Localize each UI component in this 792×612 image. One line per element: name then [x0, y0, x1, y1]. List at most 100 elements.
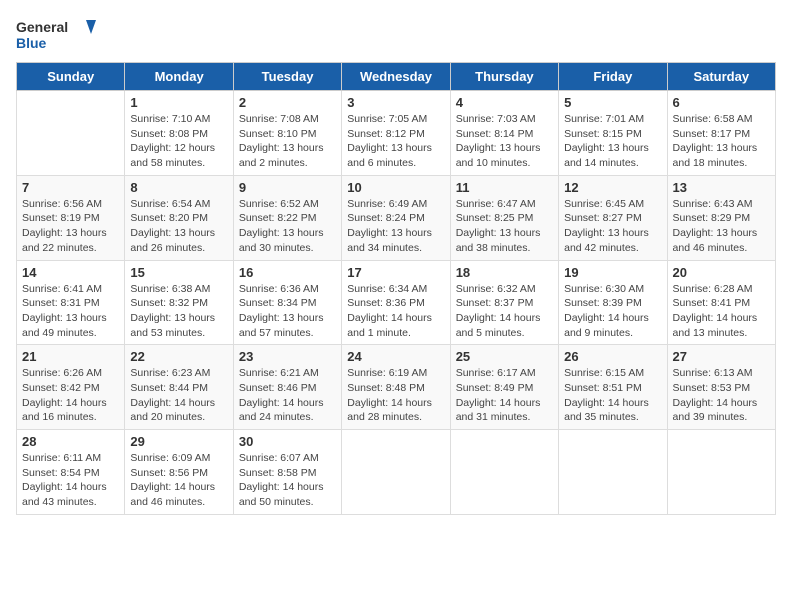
day-number: 20 — [673, 265, 770, 280]
day-number: 10 — [347, 180, 444, 195]
day-cell: 17 Sunrise: 6:34 AM Sunset: 8:36 PM Dayli… — [342, 260, 450, 345]
day-number: 6 — [673, 95, 770, 110]
day-info: Sunrise: 6:30 AM Sunset: 8:39 PM Dayligh… — [564, 282, 661, 341]
day-info: Sunrise: 6:09 AM Sunset: 8:56 PM Dayligh… — [130, 451, 227, 510]
day-number: 26 — [564, 349, 661, 364]
day-cell — [342, 430, 450, 515]
day-cell: 12 Sunrise: 6:45 AM Sunset: 8:27 PM Dayli… — [559, 175, 667, 260]
day-cell: 5 Sunrise: 7:01 AM Sunset: 8:15 PM Daylig… — [559, 91, 667, 176]
day-cell: 24 Sunrise: 6:19 AM Sunset: 8:48 PM Dayli… — [342, 345, 450, 430]
day-number: 7 — [22, 180, 119, 195]
day-info: Sunrise: 6:26 AM Sunset: 8:42 PM Dayligh… — [22, 366, 119, 425]
week-row-4: 21 Sunrise: 6:26 AM Sunset: 8:42 PM Dayli… — [17, 345, 776, 430]
day-info: Sunrise: 7:08 AM Sunset: 8:10 PM Dayligh… — [239, 112, 336, 171]
day-info: Sunrise: 6:13 AM Sunset: 8:53 PM Dayligh… — [673, 366, 770, 425]
day-cell: 25 Sunrise: 6:17 AM Sunset: 8:49 PM Dayli… — [450, 345, 558, 430]
day-info: Sunrise: 7:10 AM Sunset: 8:08 PM Dayligh… — [130, 112, 227, 171]
day-number: 19 — [564, 265, 661, 280]
day-info: Sunrise: 7:03 AM Sunset: 8:14 PM Dayligh… — [456, 112, 553, 171]
day-cell: 23Sunrise: 6:21 AM Sunset: 8:46 PM Dayli… — [233, 345, 341, 430]
day-number: 29 — [130, 434, 227, 449]
day-number: 11 — [456, 180, 553, 195]
day-info: Sunrise: 6:43 AM Sunset: 8:29 PM Dayligh… — [673, 197, 770, 256]
day-cell: 29 Sunrise: 6:09 AM Sunset: 8:56 PM Dayli… — [125, 430, 233, 515]
header-row: SundayMondayTuesdayWednesdayThursdayFrid… — [17, 63, 776, 91]
day-number: 5 — [564, 95, 661, 110]
col-header-wednesday: Wednesday — [342, 63, 450, 91]
day-cell: 4 Sunrise: 7:03 AM Sunset: 8:14 PM Daylig… — [450, 91, 558, 176]
day-number: 3 — [347, 95, 444, 110]
day-cell: 21 Sunrise: 6:26 AM Sunset: 8:42 PM Dayli… — [17, 345, 125, 430]
day-number: 13 — [673, 180, 770, 195]
day-cell: 11 Sunrise: 6:47 AM Sunset: 8:25 PM Dayli… — [450, 175, 558, 260]
day-cell: 3 Sunrise: 7:05 AM Sunset: 8:12 PM Daylig… — [342, 91, 450, 176]
day-cell: 6Sunrise: 6:58 AM Sunset: 8:17 PM Daylig… — [667, 91, 775, 176]
day-cell — [450, 430, 558, 515]
day-number: 21 — [22, 349, 119, 364]
day-cell: 19 Sunrise: 6:30 AM Sunset: 8:39 PM Dayli… — [559, 260, 667, 345]
svg-text:Blue: Blue — [16, 35, 47, 51]
day-cell: 18 Sunrise: 6:32 AM Sunset: 8:37 PM Dayli… — [450, 260, 558, 345]
day-number: 18 — [456, 265, 553, 280]
day-info: Sunrise: 7:05 AM Sunset: 8:12 PM Dayligh… — [347, 112, 444, 171]
day-info: Sunrise: 6:45 AM Sunset: 8:27 PM Dayligh… — [564, 197, 661, 256]
day-cell: 13 Sunrise: 6:43 AM Sunset: 8:29 PM Dayli… — [667, 175, 775, 260]
logo: General Blue — [16, 16, 96, 54]
day-number: 4 — [456, 95, 553, 110]
day-number: 22 — [130, 349, 227, 364]
day-number: 9 — [239, 180, 336, 195]
day-number: 27 — [673, 349, 770, 364]
day-number: 1 — [130, 95, 227, 110]
day-info: Sunrise: 6:38 AM Sunset: 8:32 PM Dayligh… — [130, 282, 227, 341]
day-cell: 2Sunrise: 7:08 AM Sunset: 8:10 PM Daylig… — [233, 91, 341, 176]
day-info: Sunrise: 6:54 AM Sunset: 8:20 PM Dayligh… — [130, 197, 227, 256]
day-info: Sunrise: 6:32 AM Sunset: 8:37 PM Dayligh… — [456, 282, 553, 341]
day-cell: 10Sunrise: 6:49 AM Sunset: 8:24 PM Dayli… — [342, 175, 450, 260]
day-number: 23 — [239, 349, 336, 364]
day-info: Sunrise: 6:47 AM Sunset: 8:25 PM Dayligh… — [456, 197, 553, 256]
col-header-tuesday: Tuesday — [233, 63, 341, 91]
day-number: 30 — [239, 434, 336, 449]
day-info: Sunrise: 6:07 AM Sunset: 8:58 PM Dayligh… — [239, 451, 336, 510]
day-info: Sunrise: 6:15 AM Sunset: 8:51 PM Dayligh… — [564, 366, 661, 425]
day-info: Sunrise: 6:52 AM Sunset: 8:22 PM Dayligh… — [239, 197, 336, 256]
week-row-1: 1 Sunrise: 7:10 AM Sunset: 8:08 PM Daylig… — [17, 91, 776, 176]
day-cell: 30 Sunrise: 6:07 AM Sunset: 8:58 PM Dayli… — [233, 430, 341, 515]
day-number: 14 — [22, 265, 119, 280]
day-number: 28 — [22, 434, 119, 449]
day-cell: 1 Sunrise: 7:10 AM Sunset: 8:08 PM Daylig… — [125, 91, 233, 176]
day-number: 24 — [347, 349, 444, 364]
day-cell: 16Sunrise: 6:36 AM Sunset: 8:34 PM Dayli… — [233, 260, 341, 345]
day-info: Sunrise: 6:34 AM Sunset: 8:36 PM Dayligh… — [347, 282, 444, 341]
day-info: Sunrise: 6:19 AM Sunset: 8:48 PM Dayligh… — [347, 366, 444, 425]
day-number: 16 — [239, 265, 336, 280]
week-row-2: 7Sunrise: 6:56 AM Sunset: 8:19 PM Daylig… — [17, 175, 776, 260]
day-number: 8 — [130, 180, 227, 195]
day-number: 17 — [347, 265, 444, 280]
col-header-saturday: Saturday — [667, 63, 775, 91]
day-cell: 7Sunrise: 6:56 AM Sunset: 8:19 PM Daylig… — [17, 175, 125, 260]
col-header-friday: Friday — [559, 63, 667, 91]
day-number: 25 — [456, 349, 553, 364]
day-info: Sunrise: 6:23 AM Sunset: 8:44 PM Dayligh… — [130, 366, 227, 425]
day-info: Sunrise: 6:28 AM Sunset: 8:41 PM Dayligh… — [673, 282, 770, 341]
day-cell: 9 Sunrise: 6:52 AM Sunset: 8:22 PM Daylig… — [233, 175, 341, 260]
svg-text:General: General — [16, 19, 68, 35]
day-cell: 14 Sunrise: 6:41 AM Sunset: 8:31 PM Dayli… — [17, 260, 125, 345]
day-cell — [559, 430, 667, 515]
day-info: Sunrise: 6:11 AM Sunset: 8:54 PM Dayligh… — [22, 451, 119, 510]
col-header-sunday: Sunday — [17, 63, 125, 91]
logo-svg: General Blue — [16, 16, 96, 54]
week-row-3: 14 Sunrise: 6:41 AM Sunset: 8:31 PM Dayli… — [17, 260, 776, 345]
day-cell — [17, 91, 125, 176]
day-cell: 26 Sunrise: 6:15 AM Sunset: 8:51 PM Dayli… — [559, 345, 667, 430]
day-info: Sunrise: 7:01 AM Sunset: 8:15 PM Dayligh… — [564, 112, 661, 171]
day-cell: 15Sunrise: 6:38 AM Sunset: 8:32 PM Dayli… — [125, 260, 233, 345]
day-info: Sunrise: 6:41 AM Sunset: 8:31 PM Dayligh… — [22, 282, 119, 341]
day-cell: 22 Sunrise: 6:23 AM Sunset: 8:44 PM Dayli… — [125, 345, 233, 430]
day-cell: 8 Sunrise: 6:54 AM Sunset: 8:20 PM Daylig… — [125, 175, 233, 260]
day-cell: 20 Sunrise: 6:28 AM Sunset: 8:41 PM Dayli… — [667, 260, 775, 345]
day-number: 12 — [564, 180, 661, 195]
week-row-5: 28 Sunrise: 6:11 AM Sunset: 8:54 PM Dayli… — [17, 430, 776, 515]
day-info: Sunrise: 6:17 AM Sunset: 8:49 PM Dayligh… — [456, 366, 553, 425]
